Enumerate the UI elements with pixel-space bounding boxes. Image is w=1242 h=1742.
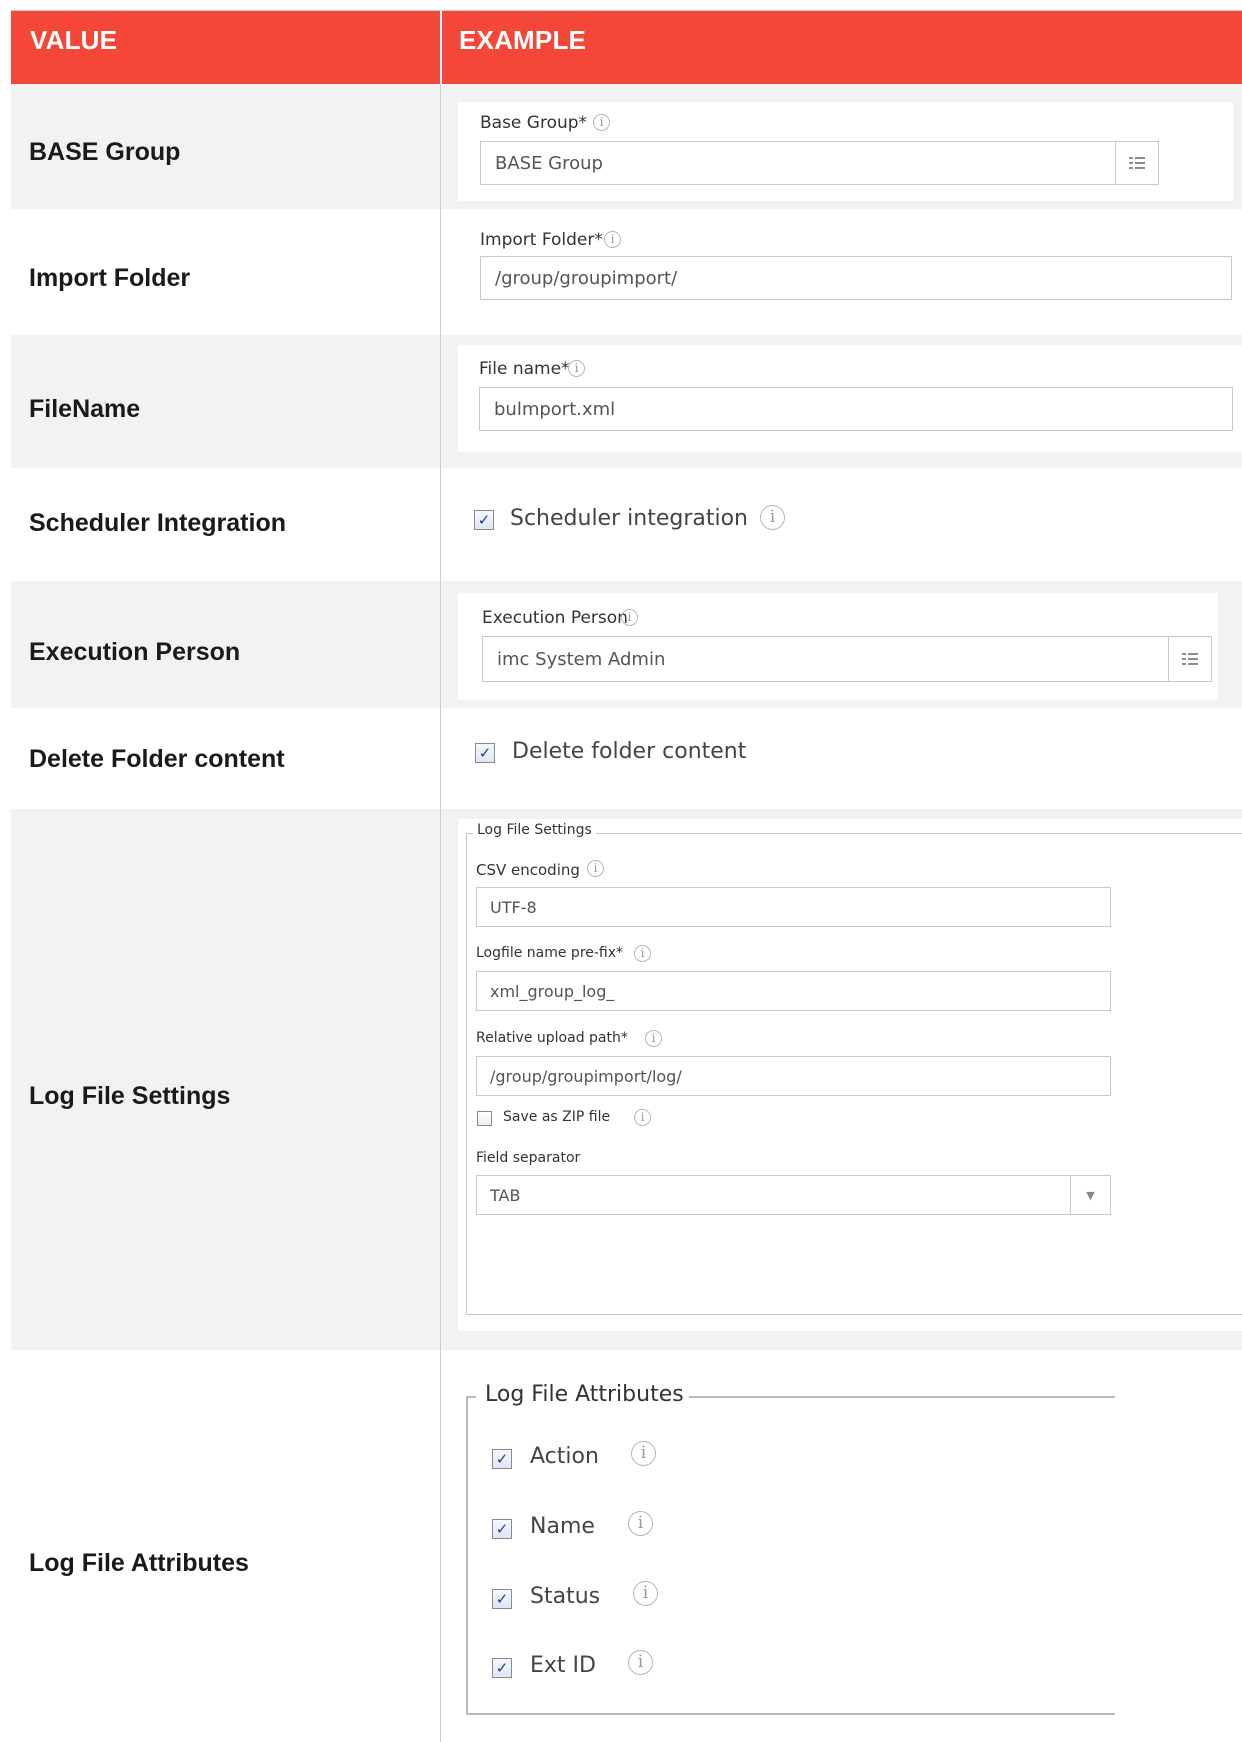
checkbox-label: Name: [530, 1514, 595, 1539]
info-icon[interactable]: i: [628, 1511, 653, 1536]
settings-table: VALUE EXAMPLE BASE Group Base Group* i B…: [11, 11, 1242, 1742]
table-row: Scheduler Integration ✓ Scheduler integr…: [11, 468, 1242, 581]
row-label: Delete Folder content: [29, 745, 285, 773]
header-value: VALUE: [30, 25, 118, 55]
fieldset-legend: Log File Attributes: [480, 1382, 689, 1407]
check-icon: ✓: [478, 743, 492, 762]
header-example: EXAMPLE: [459, 25, 587, 55]
table-row: FileName File name* i bulmport.xml: [11, 335, 1242, 468]
field-value: /group/groupimport/log/: [490, 1066, 682, 1086]
info-icon[interactable]: i: [631, 1441, 656, 1466]
info-icon[interactable]: i: [634, 1109, 651, 1126]
field-label: File name*: [479, 359, 570, 379]
check-icon: ✓: [495, 1589, 509, 1608]
field-value: BASE Group: [495, 152, 603, 174]
action-checkbox[interactable]: ✓: [492, 1449, 512, 1469]
fieldset-border: [466, 1396, 468, 1715]
field-label: Field separator: [476, 1150, 581, 1166]
check-icon: ✓: [495, 1658, 509, 1677]
info-icon[interactable]: i: [568, 360, 585, 377]
logfile-prefix-input[interactable]: xml_group_log_: [476, 971, 1111, 1011]
list-picker-icon: [1129, 157, 1145, 169]
info-icon[interactable]: i: [604, 231, 621, 248]
header-divider: [440, 11, 442, 84]
info-icon[interactable]: i: [587, 860, 604, 877]
csv-encoding-input[interactable]: UTF-8: [476, 887, 1111, 927]
delete-folder-checkbox[interactable]: ✓: [475, 743, 495, 763]
table-row: Log File Settings Log File Settings CSV …: [11, 809, 1242, 1350]
base-group-panel: Base Group* i BASE Group: [458, 102, 1233, 201]
table-row: Delete Folder content ✓ Delete folder co…: [11, 708, 1242, 809]
scheduler-checkbox[interactable]: ✓: [474, 510, 494, 530]
check-icon: ✓: [495, 1449, 509, 1468]
field-label: Import Folder*: [480, 230, 603, 250]
info-icon[interactable]: i: [634, 945, 651, 962]
field-label: Execution Person: [482, 608, 628, 628]
field-value: UTF-8: [490, 897, 537, 917]
status-checkbox[interactable]: ✓: [492, 1589, 512, 1609]
chevron-down-icon[interactable]: ▼: [1070, 1176, 1110, 1214]
file-name-input[interactable]: bulmport.xml: [479, 387, 1233, 431]
row-label: Import Folder: [29, 264, 191, 292]
log-attributes-panel: Log File Attributes ✓ Action i ✓ Name i …: [458, 1360, 1118, 1732]
field-value: /group/groupimport/: [495, 267, 678, 289]
info-icon[interactable]: i: [760, 505, 785, 530]
execution-person-panel: Execution Person i imc System Admin: [458, 593, 1218, 700]
info-icon[interactable]: i: [628, 1650, 653, 1675]
field-value: bulmport.xml: [494, 398, 616, 420]
row-label: Log File Settings: [29, 1082, 231, 1110]
file-name-panel: File name* i bulmport.xml: [458, 345, 1242, 452]
field-label: Relative upload path*: [476, 1030, 628, 1046]
checkbox-label: Status: [530, 1584, 601, 1609]
info-icon[interactable]: i: [593, 114, 610, 131]
check-icon: ✓: [495, 1519, 509, 1538]
info-icon[interactable]: i: [633, 1581, 658, 1606]
row-label: Log File Attributes: [29, 1549, 249, 1577]
picker-button[interactable]: [1168, 636, 1212, 682]
table-row: Import Folder Import Folder* i /group/gr…: [11, 209, 1242, 335]
row-label: FileName: [29, 395, 141, 423]
import-folder-input[interactable]: /group/groupimport/: [480, 256, 1232, 300]
table-row: Log File Attributes Log File Attributes …: [11, 1350, 1242, 1742]
fieldset-border: [678, 1396, 1115, 1398]
table-header: VALUE EXAMPLE: [11, 11, 1242, 84]
ext-id-checkbox[interactable]: ✓: [492, 1658, 512, 1678]
column-divider: [440, 84, 441, 1742]
table-row: Execution Person Execution Person i imc …: [11, 581, 1242, 708]
field-label: Base Group*: [480, 113, 588, 133]
name-checkbox[interactable]: ✓: [492, 1519, 512, 1539]
row-label: Execution Person: [29, 638, 241, 666]
checkbox-label: Action: [530, 1444, 599, 1469]
checkbox-label: Delete folder content: [512, 739, 747, 764]
row-label: Scheduler Integration: [29, 509, 286, 537]
picker-button[interactable]: [1115, 141, 1159, 185]
field-value: TAB: [490, 1185, 521, 1205]
field-value: imc System Admin: [497, 648, 666, 670]
execution-person-input[interactable]: imc System Admin: [482, 636, 1212, 682]
checkbox-label: Save as ZIP file: [503, 1109, 611, 1125]
log-settings-panel: Log File Settings CSV encoding i UTF-8 L…: [458, 819, 1242, 1331]
info-icon[interactable]: i: [621, 609, 638, 626]
save-zip-checkbox[interactable]: [477, 1111, 492, 1126]
table-row: BASE Group Base Group* i BASE Group: [11, 84, 1242, 209]
base-group-input[interactable]: BASE Group: [480, 141, 1159, 185]
info-icon[interactable]: i: [645, 1030, 662, 1047]
field-label: Logfile name pre-fix*: [476, 945, 624, 961]
field-label: CSV encoding: [476, 861, 580, 879]
fieldset-border: [466, 1713, 1115, 1715]
field-separator-select[interactable]: TAB ▼: [476, 1175, 1111, 1215]
row-label: BASE Group: [29, 138, 181, 166]
upload-path-input[interactable]: /group/groupimport/log/: [476, 1056, 1111, 1096]
field-value: xml_group_log_: [490, 981, 615, 1001]
list-picker-icon: [1182, 653, 1198, 665]
fieldset-legend: Log File Settings: [473, 822, 596, 838]
checkbox-label: Ext ID: [530, 1653, 596, 1678]
check-icon: ✓: [477, 510, 491, 529]
checkbox-label: Scheduler integration: [510, 506, 748, 531]
